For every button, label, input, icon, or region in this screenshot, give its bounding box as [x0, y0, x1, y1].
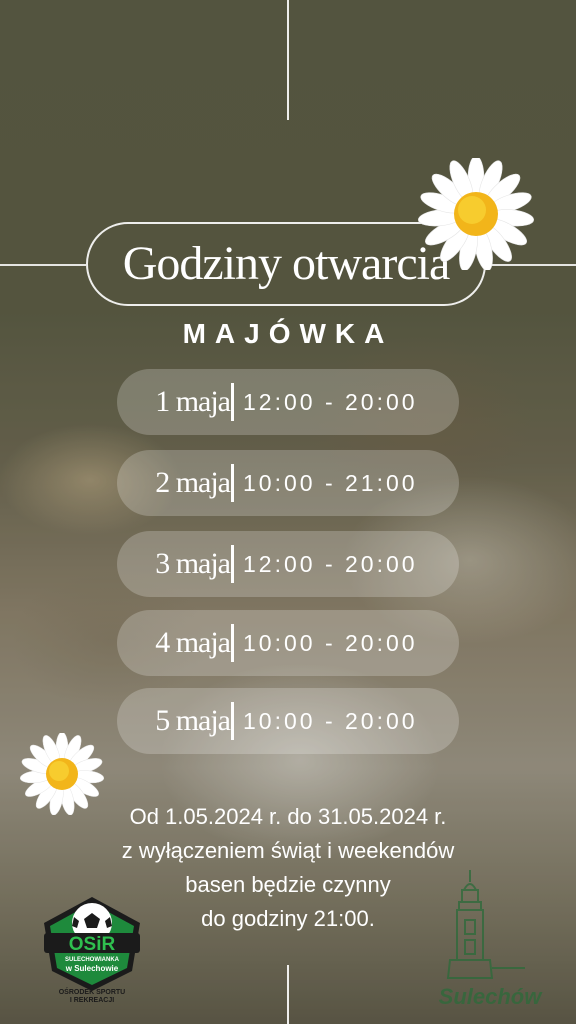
logo-name: OSiR	[69, 934, 116, 955]
divider-top	[287, 0, 289, 120]
schedule-separator	[231, 702, 234, 740]
schedule-row: 2 maja 10:00 - 21:00	[117, 450, 459, 516]
schedule-day: 4 maja	[155, 626, 231, 659]
schedule-row: 1 maja 12:00 - 20:00	[117, 369, 459, 435]
schedule-separator	[231, 383, 234, 421]
schedule-separator	[231, 545, 234, 583]
schedule-separator	[231, 624, 234, 662]
info-line: z wyłączeniem świąt i weekendów	[121, 838, 455, 863]
logo-banner: SULECHOWIANKA	[65, 957, 120, 963]
divider-bottom	[287, 965, 289, 1024]
schedule-day: 5 maja	[155, 704, 231, 737]
schedule-hours: 12:00 - 20:00	[243, 389, 418, 415]
osir-logo: OSiR SULECHOWIANKA w Sulechowie OŚRODEK …	[44, 897, 140, 1004]
schedule-row: 3 maja 12:00 - 20:00	[117, 531, 459, 597]
info-line: Od 1.05.2024 r. do 31.05.2024 r.	[129, 804, 447, 829]
schedule-row: 5 maja 10:00 - 20:00	[117, 688, 459, 754]
daisy-icon	[418, 158, 534, 270]
logo-tagline: I REKREACJI	[70, 997, 114, 1004]
schedule-row: 4 maja 10:00 - 20:00	[117, 610, 459, 676]
schedule-separator	[231, 464, 234, 502]
schedule-hours: 10:00 - 21:00	[243, 470, 418, 496]
town-name: Sulechów	[439, 984, 544, 1009]
subtitle: MAJÓWKA	[182, 318, 394, 349]
schedule-hours: 10:00 - 20:00	[243, 630, 418, 656]
logo-place: w Sulechowie	[65, 964, 119, 973]
schedule-hours: 10:00 - 20:00	[243, 708, 418, 734]
sulechow-tower-logo: Sulechów	[439, 870, 544, 1009]
divider-left	[0, 264, 86, 266]
schedule-day: 3 maja	[155, 547, 231, 580]
schedule-day: 2 maja	[155, 466, 231, 499]
logo-tagline: OŚRODEK SPORTU	[59, 987, 126, 996]
schedule-hours: 12:00 - 20:00	[243, 551, 418, 577]
schedule-day: 1 maja	[155, 385, 231, 418]
